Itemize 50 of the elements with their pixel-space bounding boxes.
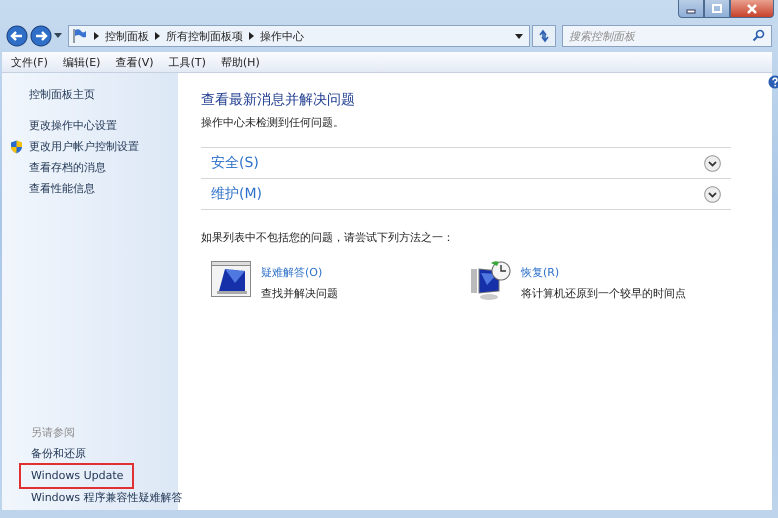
sidebar-link[interactable]: Windows Update xyxy=(22,466,132,486)
hint-text: 如果列表中不包括您的问题，请尝试下列方法之一： xyxy=(201,230,455,245)
breadcrumb[interactable]: 控制面板 xyxy=(105,28,149,44)
see-also-heading: 另请参阅 xyxy=(31,425,76,440)
sidebar-link[interactable]: 更改用户帐户控制设置 xyxy=(29,139,139,155)
flag-icon xyxy=(72,28,88,44)
forward-button[interactable] xyxy=(30,25,52,47)
monitor-window-icon xyxy=(211,261,251,297)
option-description: 将计算机还原到一个较早的时间点 xyxy=(521,286,686,301)
address-bar[interactable]: 控制面板 所有控制面板项 操作中心 xyxy=(68,25,530,47)
expand-icon[interactable] xyxy=(704,186,721,202)
refresh-icon xyxy=(537,29,551,43)
breadcrumb-arrow-icon xyxy=(94,32,99,40)
breadcrumb[interactable]: 所有控制面板项 xyxy=(166,28,243,44)
breadcrumb[interactable]: 操作中心 xyxy=(260,28,304,44)
option-link[interactable]: 恢复(R) xyxy=(521,265,686,280)
sidebar-link[interactable]: 更改操作中心设置 xyxy=(29,118,117,134)
back-button[interactable] xyxy=(6,25,28,47)
breadcrumb-arrow-icon xyxy=(155,32,160,40)
breadcrumb-arrow-icon xyxy=(249,32,254,40)
status-text: 操作中心未检测到任何问题。 xyxy=(201,115,345,130)
menu-item[interactable]: 工具(T) xyxy=(168,54,206,70)
menu-item[interactable]: 帮助(H) xyxy=(220,54,260,70)
close-button[interactable] xyxy=(730,0,774,18)
dropdown-caret-icon[interactable] xyxy=(515,34,523,38)
section-header[interactable]: 维护(M) xyxy=(211,185,262,203)
computer-clock-icon xyxy=(471,261,511,301)
refresh-button[interactable] xyxy=(532,25,556,47)
maximize-icon xyxy=(712,4,722,14)
option-description: 查找并解决问题 xyxy=(261,286,338,301)
sidebar-link[interactable]: 查看性能信息 xyxy=(29,181,95,197)
sidebar-link[interactable]: 备份和还原 xyxy=(31,446,86,462)
menu-item[interactable]: 查看(V) xyxy=(115,54,154,70)
expand-icon[interactable] xyxy=(704,154,721,172)
sidebar-link[interactable]: 控制面板主页 xyxy=(29,87,95,103)
section-header[interactable]: 安全(S) xyxy=(211,154,259,172)
minimize-button[interactable] xyxy=(678,0,704,18)
close-icon xyxy=(746,4,758,14)
maximize-button[interactable] xyxy=(704,0,730,18)
option-link[interactable]: 疑难解答(O) xyxy=(261,265,338,280)
menu-item[interactable]: 编辑(E) xyxy=(62,54,100,70)
page-title: 查看最新消息并解决问题 xyxy=(201,91,356,109)
sidebar-link[interactable]: 查看存档的消息 xyxy=(29,160,106,176)
shield-icon xyxy=(10,140,23,154)
help-icon[interactable] xyxy=(768,75,778,89)
history-caret-icon[interactable] xyxy=(54,33,62,39)
search-icon[interactable] xyxy=(752,29,765,42)
sidebar-link[interactable]: Windows 程序兼容性疑难解答 xyxy=(31,490,183,506)
search-field[interactable]: 搜索控制面板 xyxy=(562,25,772,47)
menu-item[interactable]: 文件(F) xyxy=(11,54,48,70)
